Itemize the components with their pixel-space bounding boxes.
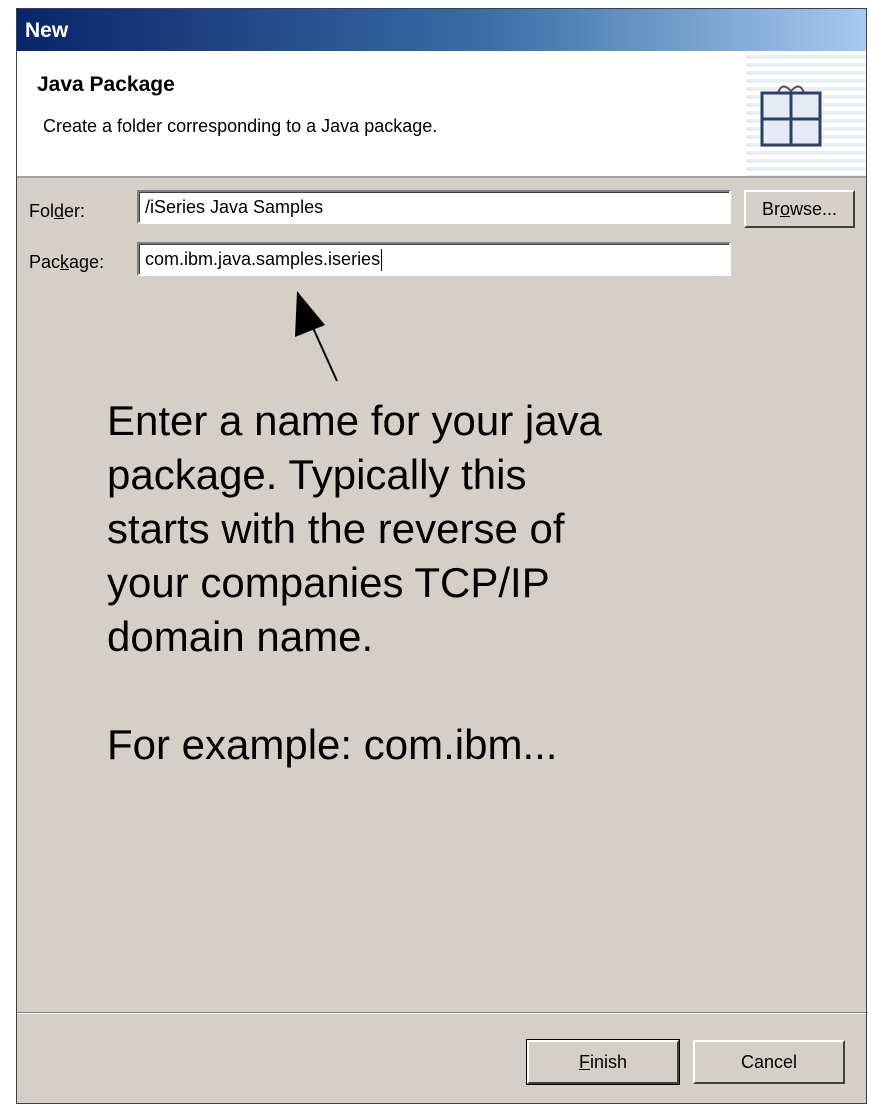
annotation-line: starts with the reverse of — [107, 505, 565, 552]
cancel-button[interactable]: Cancel — [693, 1040, 845, 1084]
package-icon — [760, 85, 822, 147]
text-caret — [381, 249, 383, 272]
annotation-example: For example: com.ibm... — [107, 721, 558, 768]
finish-button[interactable]: Finish — [526, 1039, 680, 1085]
new-wizard-window: New Java Package Create a folder corresp… — [16, 8, 867, 1104]
footer-divider — [17, 1012, 866, 1014]
folder-input[interactable]: /iSeries Java Samples — [137, 190, 731, 224]
browse-button[interactable]: Br o wse... — [744, 190, 855, 228]
annotation-text: Enter a name for your java package. Typi… — [107, 394, 767, 772]
wizard-header: Java Package Create a folder correspondi… — [17, 51, 866, 178]
folder-label: Folder: — [29, 201, 86, 221]
title-bar[interactable]: New — [17, 9, 866, 51]
page-title: Java Package — [37, 73, 175, 96]
package-label: Package: — [29, 252, 105, 272]
annotation-line: domain name. — [107, 613, 374, 660]
annotation-line: package. Typically this — [107, 451, 527, 498]
annotation-line: Enter a name for your java — [107, 397, 602, 444]
package-input[interactable]: com.ibm.java.samples.iseries — [137, 242, 731, 276]
annotation-line: your companies TCP/IP — [107, 559, 550, 606]
window-title: New — [25, 19, 69, 42]
page-description: Create a folder corresponding to a Java … — [43, 116, 438, 136]
callout-arrow — [295, 291, 338, 382]
